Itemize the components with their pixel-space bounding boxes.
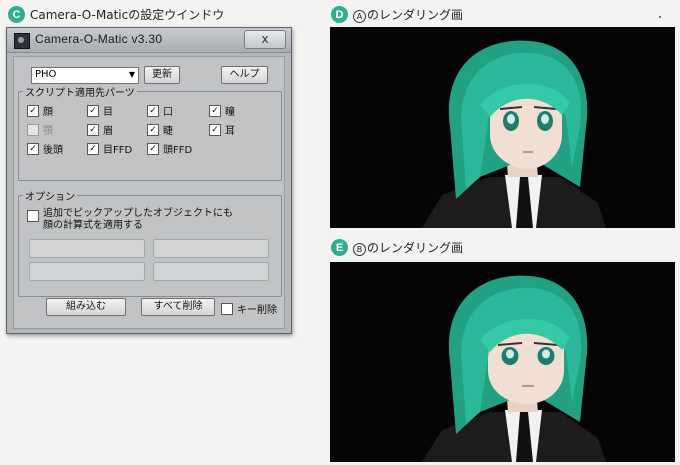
checkbox-eyes[interactable]: ✓ 目: [87, 103, 113, 118]
checkbox-eye-ffd[interactable]: ✓ 目FFD: [87, 141, 132, 156]
window-title: Camera-O-Matic v3.30: [35, 32, 163, 46]
checkbox-label-eye-ffd: 目FFD: [103, 145, 133, 156]
caption-e: E B のレンダリング画: [331, 239, 463, 256]
checkbox-box-pupil: ✓: [209, 104, 221, 117]
checkbox-label-jaw: 顎: [43, 126, 53, 137]
checkbox-key-delete[interactable]: キー削除: [221, 301, 277, 316]
checkbox-mouth[interactable]: ✓ 口: [147, 103, 173, 118]
circled-mark-a: A: [353, 10, 366, 23]
help-button[interactable]: ヘルプ: [221, 66, 268, 84]
window-client: PHO ▼ 更新 ヘルプ スクリプト適用先パーツ ✓ 顔 ✓ 目 ✓ 口 ✓ 瞳: [13, 56, 285, 329]
checkbox-ears[interactable]: ✓ 耳: [209, 122, 235, 137]
delete-all-button[interactable]: すべて削除: [141, 298, 215, 316]
checkbox-box-apply-face-formula: [27, 210, 39, 222]
preset-dropdown[interactable]: PHO ▼: [31, 67, 139, 84]
checkbox-label-head-ffd: 頭FFD: [163, 145, 193, 156]
checkbox-box-eyes: ✓: [87, 104, 99, 117]
checkbox-label-ears: 耳: [225, 126, 235, 137]
caption-e-text: のレンダリング画: [367, 241, 464, 255]
option-label: 追加でピックアップしたオブジェクトにも 顔の計算式を適用する: [43, 208, 233, 232]
checkbox-face[interactable]: ✓ 顔: [27, 103, 53, 118]
empty-slot-button-2[interactable]: [153, 239, 269, 258]
caption-c-text: Camera-O-Maticの設定ウインドウ: [30, 8, 225, 22]
checkbox-box-jaw: [27, 123, 39, 136]
checkbox-label-eyes: 目: [103, 107, 113, 118]
checkbox-label-back-head: 後頭: [43, 145, 63, 156]
update-button[interactable]: 更新: [144, 66, 180, 84]
circled-mark-b: B: [353, 243, 366, 256]
badge-d: D: [331, 6, 348, 23]
checkbox-jaw: 顎: [27, 122, 53, 137]
character-render-a: [422, 40, 606, 228]
camera-o-matic-window: Camera-O-Matic v3.30 x PHO ▼ 更新 ヘルプ スクリプ…: [6, 27, 292, 334]
embed-button[interactable]: 組み込む: [46, 298, 126, 316]
checkbox-box-face: ✓: [27, 104, 39, 117]
parts-group: スクリプト適用先パーツ ✓ 顔 ✓ 目 ✓ 口 ✓ 瞳 顎 ✓ 眉 ✓ 睫 ✓ …: [18, 84, 282, 181]
empty-slot-button-4[interactable]: [153, 262, 269, 281]
caption-c: C Camera-O-Maticの設定ウインドウ: [8, 6, 224, 23]
caption-d: D A のレンダリング画: [331, 6, 463, 23]
empty-slot-button-1[interactable]: [29, 239, 145, 258]
checkbox-label-eyebrows: 眉: [103, 126, 113, 137]
checkbox-label-key-delete: キー削除: [237, 305, 277, 316]
caption-d-text: のレンダリング画: [367, 8, 464, 22]
checkbox-pupil[interactable]: ✓ 瞳: [209, 103, 235, 118]
render-e: [330, 262, 675, 462]
checkbox-box-ears: ✓: [209, 123, 221, 136]
app-icon: [14, 33, 30, 49]
checkbox-eyelashes[interactable]: ✓ 睫: [147, 122, 173, 137]
checkbox-apply-face-formula[interactable]: 追加でピックアップしたオブジェクトにも 顔の計算式を適用する: [27, 208, 233, 232]
option-label-line1: 追加でピックアップしたオブジェクトにも: [43, 208, 233, 219]
badge-e: E: [331, 239, 348, 256]
checkbox-head-ffd[interactable]: ✓ 頭FFD: [147, 141, 192, 156]
render-d: [330, 27, 675, 228]
option-label-line2: 顔の計算式を適用する: [43, 220, 143, 231]
chevron-down-icon: ▼: [128, 70, 135, 79]
options-group: オプション 追加でピックアップしたオブジェクトにも 顔の計算式を適用する: [18, 188, 282, 297]
checkbox-box-eye-ffd: ✓: [87, 142, 99, 155]
parts-group-title: スクリプト適用先パーツ: [23, 84, 137, 99]
checkbox-back-head[interactable]: ✓ 後頭: [27, 141, 63, 156]
checkbox-label-face: 顔: [43, 107, 53, 118]
options-group-title: オプション: [23, 188, 77, 203]
checkbox-box-eyelashes: ✓: [147, 123, 159, 136]
checkbox-box-key-delete: [221, 302, 233, 315]
checkbox-eyebrows[interactable]: ✓ 眉: [87, 122, 113, 137]
checkbox-label-mouth: 口: [163, 107, 173, 118]
checkbox-box-mouth: ✓: [147, 104, 159, 117]
page-dot: [659, 16, 661, 18]
preset-value: PHO: [35, 69, 57, 80]
empty-slot-button-3[interactable]: [29, 262, 145, 281]
checkbox-label-eyelashes: 睫: [163, 126, 173, 137]
close-button[interactable]: x: [244, 30, 286, 49]
checkbox-box-head-ffd: ✓: [147, 142, 159, 155]
title-bar[interactable]: Camera-O-Matic v3.30 x: [7, 28, 291, 53]
checkbox-label-pupil: 瞳: [225, 107, 235, 118]
checkbox-box-back-head: ✓: [27, 142, 39, 155]
badge-c: C: [8, 6, 25, 23]
character-render-b: [422, 275, 606, 462]
checkbox-box-eyebrows: ✓: [87, 123, 99, 136]
